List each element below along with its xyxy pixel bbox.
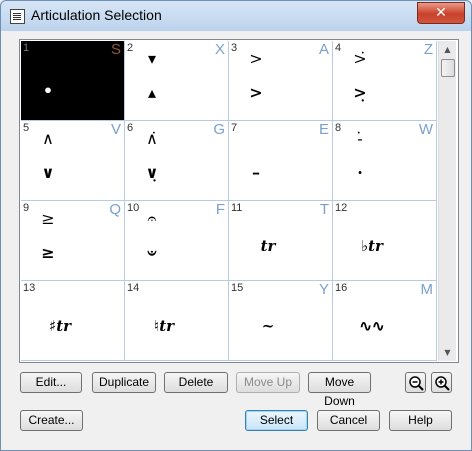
articulation-symbol-bottom: ♮tr xyxy=(153,317,175,335)
articulation-symbol-top: ≥ xyxy=(41,209,55,228)
cell-shortcut-key: G xyxy=(213,121,225,138)
cell-number: 2 xyxy=(127,42,134,54)
scroll-down-icon[interactable]: ▼ xyxy=(439,344,456,361)
articulation-symbol-top: ∧̇ xyxy=(146,129,158,148)
articulation-symbol-bottom: > xyxy=(249,83,263,102)
articulation-grid: 1 S • 2 X ▾ ▴ 3 A > >4 Z >̇ >̣ 5 V ∧ ∨ 6 G ∧̇ ∨̣ 7 E – 8 W -̇ · 9 Q ≥ ≥1… xyxy=(19,39,459,363)
articulation-symbol-top: 𝄐 xyxy=(147,209,157,228)
articulation-symbol-bottom: ∨ xyxy=(41,163,55,182)
articulation-cell-14[interactable]: 14 ♮tr xyxy=(125,281,229,361)
cell-number: 9 xyxy=(23,202,30,214)
articulation-symbol-bottom: ▴ xyxy=(147,83,157,102)
articulation-cell-13[interactable]: 13 ♯tr xyxy=(21,281,125,361)
cell-shortcut-key: Q xyxy=(109,201,121,218)
articulation-symbol-bottom: tr xyxy=(260,237,276,255)
articulation-cell-7[interactable]: 7 E – xyxy=(229,121,333,201)
cell-number: 5 xyxy=(23,122,30,134)
cell-number: 1 xyxy=(23,42,30,54)
select-button[interactable]: Select xyxy=(245,410,308,431)
articulation-cell-12[interactable]: 12 ♭tr xyxy=(333,201,437,281)
cancel-button[interactable]: Cancel xyxy=(317,410,380,431)
articulation-symbol-top: ▾ xyxy=(147,49,157,68)
help-button[interactable]: Help xyxy=(389,410,452,431)
title-bar[interactable]: Articulation Selection ✕ xyxy=(1,1,471,31)
articulation-cell-10[interactable]: 10 F 𝄐 𝄑 xyxy=(125,201,229,281)
cell-shortcut-key: Z xyxy=(423,41,433,58)
articulation-symbol-bottom: ∨̣ xyxy=(145,163,159,182)
articulation-symbol-bottom: • xyxy=(42,81,54,100)
cell-number: 4 xyxy=(335,42,342,54)
cell-shortcut-key: X xyxy=(214,41,225,58)
articulation-symbol-top: -̇ xyxy=(357,129,363,148)
cell-number: 7 xyxy=(231,122,238,134)
articulation-symbol-top: > xyxy=(249,49,263,68)
cell-number: 8 xyxy=(335,122,342,134)
articulation-cell-6[interactable]: 6 G ∧̇ ∨̣ xyxy=(125,121,229,201)
cell-shortcut-key: E xyxy=(318,121,329,138)
duplicate-button[interactable]: Duplicate xyxy=(92,372,156,393)
close-button[interactable]: ✕ xyxy=(417,2,465,24)
cell-number: 14 xyxy=(127,282,140,294)
articulation-cell-15[interactable]: 15 Y ~ xyxy=(229,281,333,361)
cell-shortcut-key: Y xyxy=(318,281,329,298)
articulation-symbol-bottom: 𝄑 xyxy=(147,243,157,262)
articulation-symbol-bottom: ∿∿ xyxy=(359,317,385,335)
cell-shortcut-key: A xyxy=(318,41,329,58)
articulation-symbol-bottom: ♭tr xyxy=(361,237,383,255)
cell-number: 15 xyxy=(231,282,244,294)
articulation-cell-2[interactable]: 2 X ▾ ▴ xyxy=(125,41,229,121)
cell-number: 11 xyxy=(231,202,243,214)
articulation-cell-4[interactable]: 4 Z >̇ >̣ xyxy=(333,41,437,121)
delete-button[interactable]: Delete xyxy=(164,372,228,393)
scroll-thumb[interactable] xyxy=(441,59,455,77)
articulation-cell-3[interactable]: 3 A > > xyxy=(229,41,333,121)
cell-number: 16 xyxy=(335,282,348,294)
articulation-cell-11[interactable]: 11 Ttr xyxy=(229,201,333,281)
create-button[interactable]: Create... xyxy=(20,410,83,431)
app-icon xyxy=(10,9,25,24)
cell-shortcut-key: W xyxy=(418,121,433,138)
articulation-symbol-bottom: ~ xyxy=(261,317,275,335)
articulation-cells: 1 S • 2 X ▾ ▴ 3 A > >4 Z >̇ >̣ 5 V ∧ ∨ 6 G ∧̇ ∨̣ 7 E – 8 W -̇ · 9 Q ≥ ≥1… xyxy=(21,41,438,361)
cell-number: 6 xyxy=(127,122,134,134)
close-icon: ✕ xyxy=(435,5,447,21)
cell-shortcut-key: T xyxy=(319,201,329,218)
articulation-cell-9[interactable]: 9 Q ≥ ≥ xyxy=(21,201,125,281)
cell-shortcut-key: F xyxy=(215,201,225,218)
cell-number: 3 xyxy=(231,42,238,54)
move-up-button[interactable]: Move Up xyxy=(236,372,300,393)
zoom-out-button[interactable] xyxy=(405,372,426,393)
articulation-symbol-bottom: ♯tr xyxy=(48,317,72,335)
articulation-cell-1[interactable]: 1 S • xyxy=(21,41,125,121)
scroll-up-icon[interactable]: ▲ xyxy=(439,41,456,58)
cell-shortcut-key: S xyxy=(110,41,121,58)
move-down-button[interactable]: Move Down xyxy=(308,372,371,408)
articulation-cell-8[interactable]: 8 W -̇ · xyxy=(333,121,437,201)
zoom-in-button[interactable] xyxy=(431,372,452,393)
zoom-in-icon xyxy=(435,376,450,391)
articulation-symbol-bottom: >̣ xyxy=(353,83,367,102)
articulation-symbol-bottom: ≥ xyxy=(41,243,55,262)
vertical-scrollbar[interactable]: ▲ ▼ xyxy=(438,41,456,361)
articulation-symbol-top: ∧ xyxy=(42,129,54,148)
window-title: Articulation Selection xyxy=(31,7,162,23)
cell-shortcut-key: M xyxy=(420,281,434,298)
articulation-symbol-top: >̇ xyxy=(353,49,367,68)
articulation-cell-16[interactable]: 16 M ∿∿ xyxy=(333,281,437,361)
cell-number: 13 xyxy=(23,282,36,294)
articulation-symbol-bottom: – xyxy=(252,163,260,182)
zoom-out-icon xyxy=(409,376,424,391)
edit-button[interactable]: Edit... xyxy=(20,372,82,393)
cell-shortcut-key: V xyxy=(110,121,121,138)
articulation-symbol-bottom: · xyxy=(357,163,363,182)
articulation-cell-5[interactable]: 5 V ∧ ∨ xyxy=(21,121,125,201)
cell-number: 12 xyxy=(335,202,348,214)
